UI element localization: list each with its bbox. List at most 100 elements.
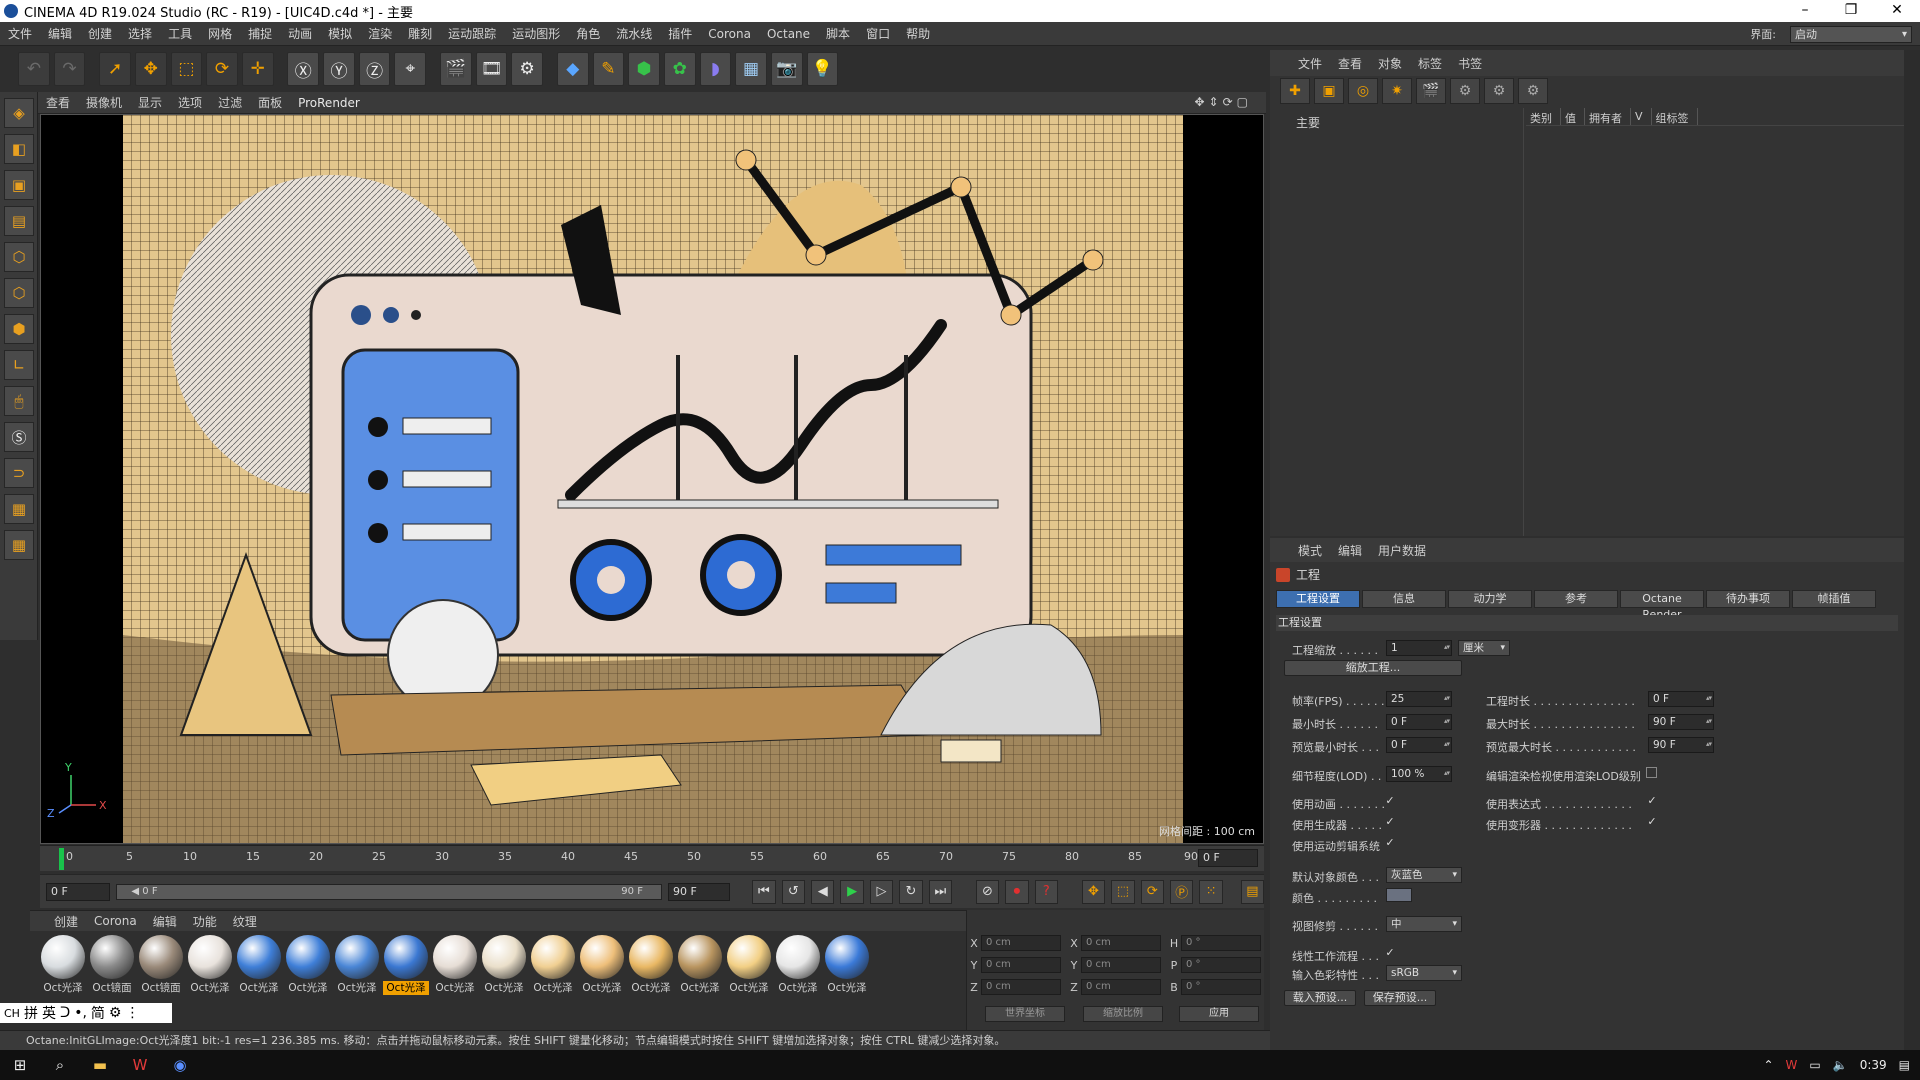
go-to-end-icon[interactable]: ⏭ xyxy=(928,879,953,904)
tray-volume-icon[interactable]: 🔈 xyxy=(1833,1058,1848,1072)
camera-icon[interactable]: 📷 xyxy=(770,52,803,86)
end-frame-field[interactable]: 90 F xyxy=(667,882,731,901)
apply-button[interactable]: 应用 xyxy=(1179,1006,1259,1022)
ime-more-icon[interactable]: ⋮ xyxy=(125,1005,139,1021)
object-menu-objects[interactable]: 对象 xyxy=(1370,55,1410,72)
object-tree-item[interactable]: 主要 xyxy=(1296,114,1320,131)
world-coordinates-dropdown[interactable]: 世界坐标 xyxy=(985,1006,1065,1022)
viewport-menu-display[interactable]: 显示 xyxy=(130,94,170,111)
size-y-field[interactable]: 0 cm xyxy=(1081,957,1161,973)
points-mode-icon[interactable]: ⬡ xyxy=(4,242,34,272)
menu-create[interactable]: 创建 xyxy=(80,25,120,42)
y-axis-lock-icon[interactable]: Ⓨ xyxy=(323,52,355,86)
tab-todo[interactable]: 待办事项 xyxy=(1706,590,1790,608)
axis-mode-icon[interactable]: ∟ xyxy=(4,350,34,380)
tray-wps-icon[interactable]: W xyxy=(1786,1058,1798,1072)
scale-icon[interactable]: ⬚ xyxy=(170,52,203,86)
deformer-icon[interactable]: ◗ xyxy=(699,52,732,86)
attribute-menu-edit[interactable]: 编辑 xyxy=(1330,542,1370,559)
material-menu-texture[interactable]: 纹理 xyxy=(225,913,265,930)
recent-tool-icon[interactable]: ✛ xyxy=(241,52,274,86)
start-frame-field[interactable]: 0 F xyxy=(46,882,111,901)
material-swatch[interactable]: Oct光泽 xyxy=(726,935,772,995)
floor-environment-icon[interactable]: ▦ xyxy=(735,52,767,86)
rotation-h-field[interactable]: 0 ° xyxy=(1181,935,1261,951)
edges-mode-icon[interactable]: ⬡ xyxy=(4,278,34,308)
clock[interactable]: 0:39 xyxy=(1860,1058,1887,1072)
menu-edit[interactable]: 编辑 xyxy=(40,25,80,42)
key-position-icon[interactable]: ✥ xyxy=(1081,879,1106,904)
ime-punctuation[interactable]: •, xyxy=(74,1005,87,1021)
menu-render[interactable]: 渲染 xyxy=(360,25,400,42)
menu-character[interactable]: 角色 xyxy=(568,25,608,42)
rotation-p-field[interactable]: 0 ° xyxy=(1181,957,1261,973)
z-axis-lock-icon[interactable]: Ⓩ xyxy=(358,52,391,86)
menu-pipeline[interactable]: 流水线 xyxy=(608,25,660,42)
use-deformers-checkbox[interactable]: ✓ xyxy=(1646,816,1658,828)
tab-reference[interactable]: 参考 xyxy=(1534,590,1618,608)
object-menu-tags[interactable]: 标签 xyxy=(1410,55,1450,72)
maximum-time-field[interactable]: 90 F xyxy=(1648,714,1714,730)
tab-project-settings[interactable]: 工程设置 xyxy=(1276,590,1360,608)
material-swatch[interactable]: Oct镜面 xyxy=(138,935,184,995)
preview-range-slider[interactable]: ◀ 0 F 90 F xyxy=(116,883,662,900)
menu-script[interactable]: 脚本 xyxy=(818,25,858,42)
viewport[interactable]: Y X Z 网格间距 : 100 cm xyxy=(40,114,1264,844)
interface-select[interactable]: 启动 xyxy=(1790,25,1912,43)
next-keyframe-icon[interactable]: ↻ xyxy=(899,879,923,904)
material-swatch[interactable]: Oct光泽 xyxy=(481,935,527,995)
octane-settings-icon[interactable]: ⚙ xyxy=(1450,78,1480,104)
attribute-menu-user-data[interactable]: 用户数据 xyxy=(1370,542,1434,559)
viewport-menu-view[interactable]: 查看 xyxy=(38,94,78,111)
pen-spline-icon[interactable]: ✎ xyxy=(592,52,625,86)
rotate-icon[interactable]: ⟳ xyxy=(206,52,238,86)
tab-frame-interpolation[interactable]: 帧插值 xyxy=(1792,590,1876,608)
search-icon[interactable]: ⌕ xyxy=(40,1050,80,1080)
position-y-field[interactable]: 0 cm xyxy=(981,957,1061,973)
preview-min-field[interactable]: 0 F xyxy=(1386,737,1452,753)
tab-info[interactable]: 信息 xyxy=(1362,590,1446,608)
fps-field[interactable]: 25 xyxy=(1386,691,1452,707)
tray-network-icon[interactable]: ▭ xyxy=(1809,1058,1820,1072)
move-icon[interactable]: ✥ xyxy=(134,52,167,86)
scale-project-button[interactable]: 缩放工程... xyxy=(1284,660,1462,676)
live-select-icon[interactable]: ➚ xyxy=(99,52,131,86)
keyframe-selection-icon[interactable]: ? xyxy=(1034,879,1059,904)
timeline-ruler[interactable]: 0 5 10 15 20 25 30 35 40 45 50 55 60 65 … xyxy=(50,846,1198,872)
current-frame-field[interactable]: 0 F xyxy=(1198,849,1258,867)
camera-view-icon[interactable]: ▣ xyxy=(1314,78,1344,104)
material-swatch[interactable]: Oct光泽 xyxy=(775,935,821,995)
linear-workflow-checkbox[interactable]: ✓ xyxy=(1384,947,1396,959)
menu-mesh[interactable]: 网格 xyxy=(200,25,240,42)
size-z-field[interactable]: 0 cm xyxy=(1081,979,1161,995)
cloner-icon[interactable]: ✿ xyxy=(663,52,696,86)
maximize-button[interactable]: ❐ xyxy=(1828,0,1874,22)
menu-motion-tracking[interactable]: 运动跟踪 xyxy=(440,25,504,42)
tweak-mode-icon[interactable]: 🖱 xyxy=(4,386,34,416)
lock-workplane-icon[interactable]: ▦ xyxy=(4,494,34,524)
use-expressions-checkbox[interactable]: ✓ xyxy=(1646,795,1658,807)
workplane-icon[interactable]: ▤ xyxy=(4,206,34,236)
lod-field[interactable]: 100 % xyxy=(1386,766,1452,782)
octane-render-icon[interactable]: 🎬 xyxy=(1416,78,1446,104)
material-swatch[interactable]: Oct光泽 xyxy=(334,935,380,995)
menu-plugins[interactable]: 插件 xyxy=(660,25,700,42)
render-view-icon[interactable]: 🎬 xyxy=(440,52,472,86)
use-generators-checkbox[interactable]: ✓ xyxy=(1384,816,1396,828)
key-point-level-icon[interactable]: ⁙ xyxy=(1199,879,1223,904)
minimum-time-field[interactable]: 0 F xyxy=(1386,714,1452,730)
record-keys-icon[interactable]: ⊘ xyxy=(975,879,1000,904)
close-button[interactable]: ✕ xyxy=(1874,0,1920,22)
rotation-b-field[interactable]: 0 ° xyxy=(1181,979,1261,995)
material-menu-function[interactable]: 功能 xyxy=(185,913,225,930)
snap-icon[interactable]: Ⓢ xyxy=(4,422,34,452)
size-x-field[interactable]: 0 cm xyxy=(1081,935,1161,951)
use-animation-checkbox[interactable]: ✓ xyxy=(1384,795,1396,807)
material-swatch[interactable]: Oct光泽 xyxy=(530,935,576,995)
default-object-color-dropdown[interactable]: 灰蓝色 xyxy=(1386,867,1462,883)
menu-tools[interactable]: 工具 xyxy=(160,25,200,42)
windows-start-icon[interactable]: ⊞ xyxy=(0,1050,40,1080)
auto-key-icon[interactable]: ⏺ xyxy=(1005,879,1029,904)
polygons-mode-icon[interactable]: ⬢ xyxy=(4,314,34,344)
viewport-menu-filter[interactable]: 过滤 xyxy=(210,94,250,111)
